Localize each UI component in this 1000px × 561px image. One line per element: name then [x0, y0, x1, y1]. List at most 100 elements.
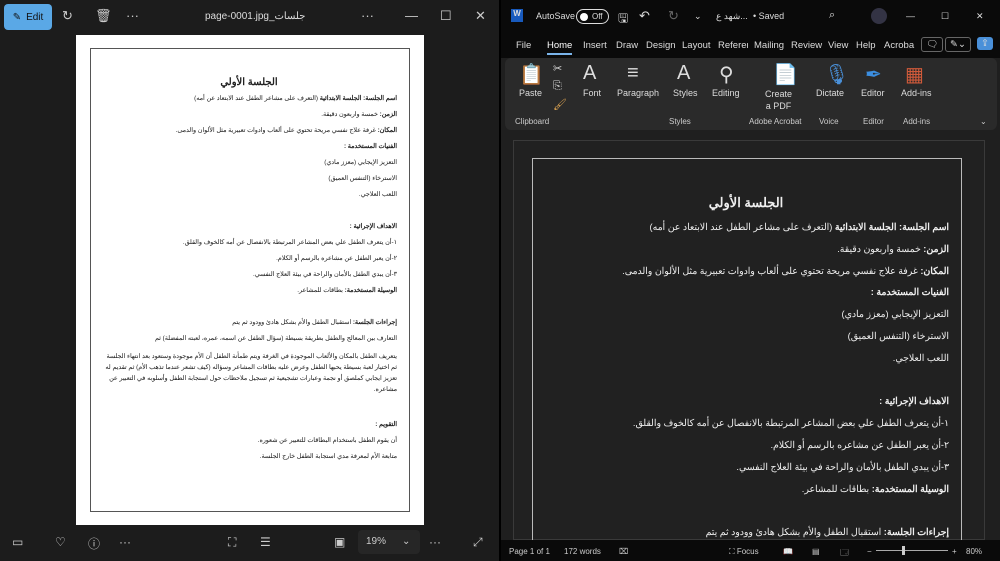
more-options-icon[interactable]: ··· [126, 8, 139, 23]
photos-app-window: ✎ Edit ↻ 🗑 ··· page-0001.jpg_جلسات ··· — … [0, 0, 499, 561]
zoom-level[interactable]: 80% [966, 547, 982, 556]
document-line: التعزيز الإيجابي (معزز مادي) [543, 309, 949, 331]
comments-icon[interactable]: 🗨 [921, 37, 944, 52]
edit-button[interactable]: ✎ Edit [4, 4, 52, 30]
line-text: اللعب العلاجي. [358, 191, 397, 198]
create-pdf-button[interactable]: Create a PDF [765, 88, 792, 112]
word-count[interactable]: 172 words [564, 547, 601, 556]
cut-icon[interactable]: ✂ [553, 62, 562, 75]
editing-button[interactable]: Editing [712, 88, 740, 98]
line-text: خمسة واربعون دقيقة. [837, 243, 924, 254]
format-painter-icon[interactable]: 🖌 [553, 98, 567, 111]
document-line: اللعب العلاجي. [543, 353, 949, 375]
fullscreen-icon[interactable]: ⤢ [473, 535, 483, 550]
more-options-icon[interactable]: ··· [429, 535, 441, 549]
group-label-editor: Editor [863, 117, 884, 126]
save-icon[interactable]: 🖫 [618, 9, 628, 30]
tab-draw[interactable]: Draw [616, 40, 638, 51]
group-label-acrobat: Adobe Acrobat [749, 117, 802, 126]
line-text: ١-أن يتعرف الطفل علي بعض المشاعر المرتبط… [632, 418, 949, 429]
document-line: ١-أن يتعرف الطفل علي بعض المشاعر المرتبط… [543, 418, 949, 440]
maximize-icon[interactable]: ☐ [440, 8, 452, 24]
tab-file[interactable]: File [516, 40, 531, 51]
tab-insert[interactable]: Insert [583, 40, 607, 51]
search-icon[interactable]: ⌕ [829, 9, 835, 22]
document-canvas[interactable]: الجلسة الأولي اسم الجلسة: الجلسة الابتدائ… [501, 135, 1000, 540]
paragraph-button[interactable]: Paragraph [617, 88, 659, 98]
save-status[interactable]: • Saved [753, 11, 784, 21]
tab-layout[interactable]: Layout [682, 40, 711, 51]
zoom-in-icon[interactable]: + [952, 547, 957, 556]
editor-icon: ✒ [865, 64, 882, 86]
status-bar: Page 1 of 1 172 words ⌧ ⛶ Focus 📖 ▤ 🗔 − … [501, 540, 1000, 561]
collapse-ribbon-icon[interactable]: ⌄ [980, 117, 987, 126]
read-mode-icon[interactable]: 📖 [783, 547, 793, 556]
line-text: التعارف بين المعالج والطفل بطريقة بسيطة … [154, 335, 397, 342]
minimize-icon[interactable]: — [405, 8, 418, 23]
focus-button[interactable]: ⛶ Focus [729, 547, 759, 557]
font-button[interactable]: Font [583, 88, 601, 98]
tab-view[interactable]: View [828, 40, 848, 51]
more-options-icon[interactable]: ··· [361, 8, 374, 23]
tab-references[interactable]: Referer [718, 40, 748, 51]
tab-acrobat[interactable]: Acroba [884, 40, 914, 51]
document-line: ٣-أن يبدي الطفل بالأمان والراحة في بيئة … [101, 271, 397, 287]
zoom-out-icon[interactable]: − [867, 547, 872, 556]
more-options-icon[interactable]: ··· [119, 535, 131, 549]
close-icon[interactable]: ✕ [976, 11, 984, 22]
document-line: الزمن: خمسة واربعون دقيقة. [543, 244, 949, 266]
favorite-icon[interactable]: ♡ [55, 535, 66, 549]
dictate-button[interactable]: Dictate [816, 88, 844, 98]
paste-button[interactable]: Paste [519, 88, 542, 98]
avatar[interactable] [871, 8, 887, 24]
tab-review[interactable]: Review [791, 40, 822, 51]
autosave-toggle[interactable]: Off [576, 9, 609, 24]
filmstrip-icon[interactable]: ▭ [12, 535, 23, 549]
tab-help[interactable]: Help [856, 40, 876, 51]
scan-text-icon[interactable]: ☰ [260, 535, 271, 549]
editor-button[interactable]: Editor [861, 88, 885, 98]
styles-button[interactable]: Styles [673, 88, 698, 98]
redo-icon[interactable]: ↻ [668, 8, 679, 24]
web-layout-icon[interactable]: 🗔 [840, 547, 849, 561]
customize-toolbar-icon[interactable]: ⌄ [694, 11, 702, 22]
fit-to-window-icon[interactable]: ▣ [334, 535, 345, 549]
visual-search-icon[interactable]: ⛶ [228, 535, 236, 550]
print-layout-icon[interactable]: ▤ [812, 547, 820, 556]
tab-mailings[interactable]: Mailing [754, 40, 786, 51]
share-icon[interactable]: ⇪ [977, 37, 993, 50]
zoom-slider[interactable] [876, 546, 948, 555]
delete-icon[interactable]: 🗑 [95, 8, 112, 24]
info-icon[interactable]: ⓘ [88, 535, 100, 552]
line-label: الفنيات المستخدمة : [343, 143, 397, 150]
document-title[interactable]: شهد ع... [716, 11, 748, 22]
line-text: غرفة علاج نفسي مريحة تحتوي على ألعاب واد… [622, 265, 921, 276]
minimize-icon[interactable]: — [906, 11, 915, 21]
document-line: ٢-أن يعبر الطفل عن مشاعره بالرسم أو الكل… [543, 440, 949, 462]
line-text: ١-أن يتعرف الطفل علي بعض المشاعر المرتبط… [182, 239, 397, 246]
line-text: ٢-أن يعبر الطفل عن مشاعره بالرسم أو الكل… [770, 439, 949, 450]
copy-icon[interactable]: ⎘ [553, 80, 562, 93]
close-icon[interactable]: ✕ [475, 8, 486, 24]
line-text: اللعب العلاجي. [892, 352, 949, 363]
zoom-slider-thumb[interactable] [902, 546, 905, 555]
zoom-dropdown[interactable]: 19% ⌄ [358, 530, 420, 554]
image-viewer[interactable]: الجلسة الأولي اسم الجلسة: الجلسة الابتدائ… [0, 35, 499, 525]
line-text: استقبال الطفل والأم بشكل هادئ وودود ثم ي… [705, 527, 884, 538]
page-count[interactable]: Page 1 of 1 [509, 547, 550, 556]
tab-design[interactable]: Design [646, 40, 676, 51]
undo-icon[interactable]: ↶ [639, 8, 650, 24]
line-text: ٣-أن يبدي الطفل بالأمان والراحة في بيئة … [736, 461, 949, 472]
tab-home[interactable]: Home [547, 40, 573, 55]
line-label: الفنيات المستخدمة : [870, 287, 949, 298]
group-label-addins: Add-ins [903, 117, 931, 126]
rotate-icon[interactable]: ↻ [62, 8, 73, 24]
document-line: التعزيز الإيجابي (معزز مادي) [101, 159, 397, 175]
document-page[interactable]: الجلسة الأولي اسم الجلسة: الجلسة الابتدائ… [513, 140, 985, 540]
proofing-icon[interactable]: ⌧ [619, 547, 628, 556]
editing-mode-icon[interactable]: ✎⌄ [945, 37, 971, 52]
document-line: الاهداف الإجرائية : [543, 396, 949, 418]
maximize-icon[interactable]: ☐ [941, 11, 949, 22]
add-ins-button[interactable]: Add-ins [901, 88, 932, 98]
